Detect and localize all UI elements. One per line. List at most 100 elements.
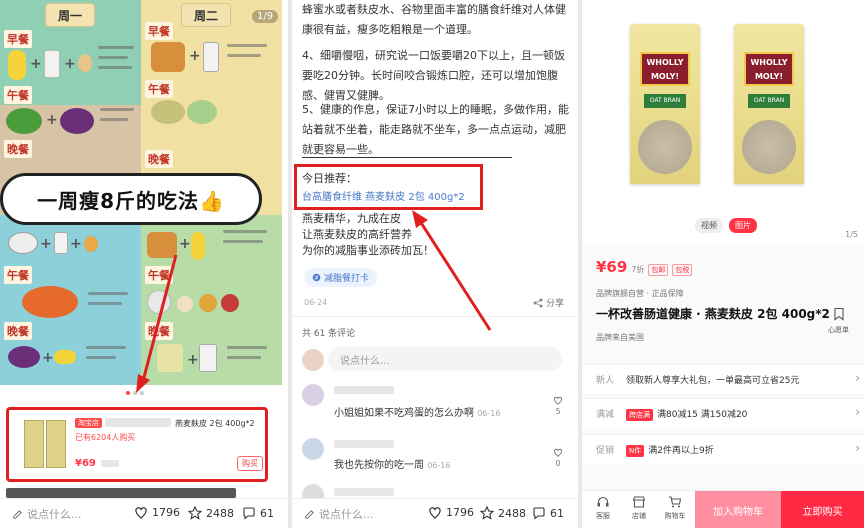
icon-label: 店铺 xyxy=(632,512,646,520)
paragraph-5: 5、健康的作息，保证7小时以上的睡眠，多做作用，能站着就不坐着，能走路就不坐车，… xyxy=(302,103,569,156)
paragraph-4: 4、细嚼慢咽，研究说一口饭要嚼20下以上，且一顿饭要吃20分钟。长时间咬合锻炼口… xyxy=(302,49,565,102)
promo-row-discount[interactable]: 满减 跨店满 满80减15 满150减20 › xyxy=(582,398,864,428)
avatar xyxy=(302,384,324,406)
product-name: 燕麦麸皮 2包 400g*2 xyxy=(175,419,255,428)
image-page-counter: 1/9 xyxy=(252,10,279,23)
guarantee-text: 品牌旗舰自营 · 正品保障 xyxy=(596,289,684,298)
meal-label: 晚餐 xyxy=(4,322,32,340)
copy-line-3: 为你的减脂事业添砖加瓦！ xyxy=(302,244,434,257)
comment-like-count: 5 xyxy=(555,407,561,416)
post-action-bar: 说点什么... 1796 2488 61 xyxy=(0,498,288,528)
product-label: OAT BRAN xyxy=(748,94,790,108)
comment-button[interactable]: 61 xyxy=(242,506,274,520)
add-to-cart-button[interactable]: 加入购物车 xyxy=(695,491,781,528)
product-card[interactable]: 淘宝店 燕麦麸皮 2包 400g*2 已有6204人购买 ¥69 购买 xyxy=(6,407,268,482)
diet-post-panel: 周一 早餐 + + 午餐 + 晚餐 + + 午餐 晚餐 + 周二 早餐 + 午餐… xyxy=(0,0,288,528)
discount: 7折 xyxy=(631,265,645,274)
pencil-icon xyxy=(13,509,22,519)
comment-like[interactable]: 0 xyxy=(552,448,564,468)
comment-item: 我也先按你的吃一周 06-16 xyxy=(334,460,451,471)
purchase-bar: 客服 店铺 购物车 加入购物车 立即购买 xyxy=(582,490,864,528)
comment-like-count: 0 xyxy=(555,459,561,468)
like-button[interactable]: 1796 xyxy=(134,506,180,519)
brand-origin: 品牌来自美国 xyxy=(596,333,644,342)
comment-count: 61 xyxy=(260,506,274,520)
chevron-right-icon: › xyxy=(855,405,860,419)
like-button[interactable]: 1796 xyxy=(428,506,474,519)
meal-label: 午餐 xyxy=(4,86,32,104)
heart-icon xyxy=(429,507,441,519)
pencil-icon xyxy=(305,509,314,519)
promo-row-newuser[interactable]: 新人 领取新人尊享大礼包，一单最高可立省25元 › xyxy=(582,364,864,394)
meal-label: 午餐 xyxy=(145,266,173,284)
comment-placeholder: 说点什么... xyxy=(319,508,374,521)
heart-icon xyxy=(554,396,562,405)
topic-chip[interactable]: # 减脂餐打卡 xyxy=(304,268,378,287)
row-text: 满2件再以上9折 xyxy=(648,446,714,456)
tab-image[interactable]: 图片 xyxy=(729,218,757,233)
row-text: 领取新人尊享大礼包，一单最高可立省25元 xyxy=(626,376,800,386)
product-image: WHOLLY MOLY! OAT BRAN xyxy=(630,24,700,184)
wishlist-label: 心愿单 xyxy=(828,326,849,334)
promo-row-sale[interactable]: 促销 N件 满2件再以上9折 › xyxy=(582,434,864,464)
product-gallery[interactable]: WHOLLY MOLY! OAT BRAN WHOLLY MOLY! OAT B… xyxy=(582,0,864,243)
avatar xyxy=(302,349,324,371)
badge-tax: 包税 xyxy=(672,264,693,276)
divider xyxy=(302,157,512,158)
buy-button[interactable]: 购买 xyxy=(237,456,263,471)
favorite-button[interactable]: 2488 xyxy=(480,506,526,520)
heart-icon xyxy=(135,507,147,519)
product-sold-count: 已有6204人购买 xyxy=(75,433,136,442)
copy-line-2: 让燕麦麸皮的高纤营养 xyxy=(302,228,412,241)
chevron-right-icon: › xyxy=(855,441,860,455)
headline-banner: 一周瘦8斤的吃法👍 xyxy=(0,173,262,225)
diet-plan-image[interactable]: 周一 早餐 + + 午餐 + 晚餐 + + 午餐 晚餐 + 周二 早餐 + 午餐… xyxy=(0,0,282,385)
recommendation-title: 今日推荐： xyxy=(302,172,357,185)
icon-label: 购物车 xyxy=(664,512,686,520)
favorite-count: 2488 xyxy=(206,506,234,520)
buy-now-button[interactable]: 立即购买 xyxy=(781,491,864,528)
day-header-monday: 周一 xyxy=(45,3,95,27)
share-button[interactable]: 分享 xyxy=(533,296,564,309)
product-price: ¥69 xyxy=(75,458,96,469)
meal-label: 晚餐 xyxy=(145,150,173,168)
comment-input[interactable]: 说点什么... xyxy=(304,506,374,522)
comment-like[interactable]: 5 xyxy=(552,396,564,416)
comment-icon xyxy=(533,507,545,520)
product-price: ¥69 xyxy=(596,258,628,276)
comment-count: 61 xyxy=(550,506,564,520)
like-count: 1796 xyxy=(152,506,180,519)
tag-icon: # xyxy=(312,273,321,282)
day-header-tuesday: 周二 xyxy=(181,3,231,27)
comment-item: 小姐姐如果不吃鸡蛋的怎么办啊 06-16 xyxy=(334,408,501,419)
row-badge: N件 xyxy=(626,445,645,457)
comment-total: 共 61 条评论 xyxy=(302,329,356,339)
brand-logo: WHOLLY MOLY! xyxy=(744,52,794,86)
bookmark-icon xyxy=(833,307,844,321)
cart-button[interactable]: 购物车 xyxy=(662,495,688,521)
gallery-tabs: 视频 图片 xyxy=(695,218,757,233)
chevron-right-icon: › xyxy=(855,371,860,385)
row-label: 促销 xyxy=(596,446,615,456)
comment-field[interactable]: 说点什么... xyxy=(328,347,562,371)
share-label: 分享 xyxy=(545,299,564,309)
wishlist-button[interactable]: 心愿单 xyxy=(828,306,849,335)
store-button[interactable]: 店铺 xyxy=(626,495,652,521)
product-label: OAT BRAN xyxy=(644,94,686,108)
recommendation-link[interactable]: 台高膳食纤维 燕麦麸皮 2包 400g*2 xyxy=(302,188,465,203)
tab-video[interactable]: 视频 xyxy=(695,218,723,233)
customer-service-button[interactable]: 客服 xyxy=(590,495,616,521)
favorite-button[interactable]: 2488 xyxy=(188,506,234,520)
heart-icon xyxy=(554,448,562,457)
row-label: 新人 xyxy=(596,376,615,386)
topic-chip-label: 减脂餐打卡 xyxy=(324,274,370,284)
meal-label: 午餐 xyxy=(4,266,32,284)
product-thumbnail xyxy=(24,420,66,470)
price-row: ¥69 7折 包邮 包税 xyxy=(596,258,693,276)
comment-button[interactable]: 61 xyxy=(532,506,564,520)
cart-icon xyxy=(669,496,682,508)
row-label: 满减 xyxy=(596,410,615,420)
comment-input[interactable]: 说点什么... xyxy=(12,506,82,522)
icon-label: 客服 xyxy=(596,512,610,520)
avatar xyxy=(302,438,324,460)
